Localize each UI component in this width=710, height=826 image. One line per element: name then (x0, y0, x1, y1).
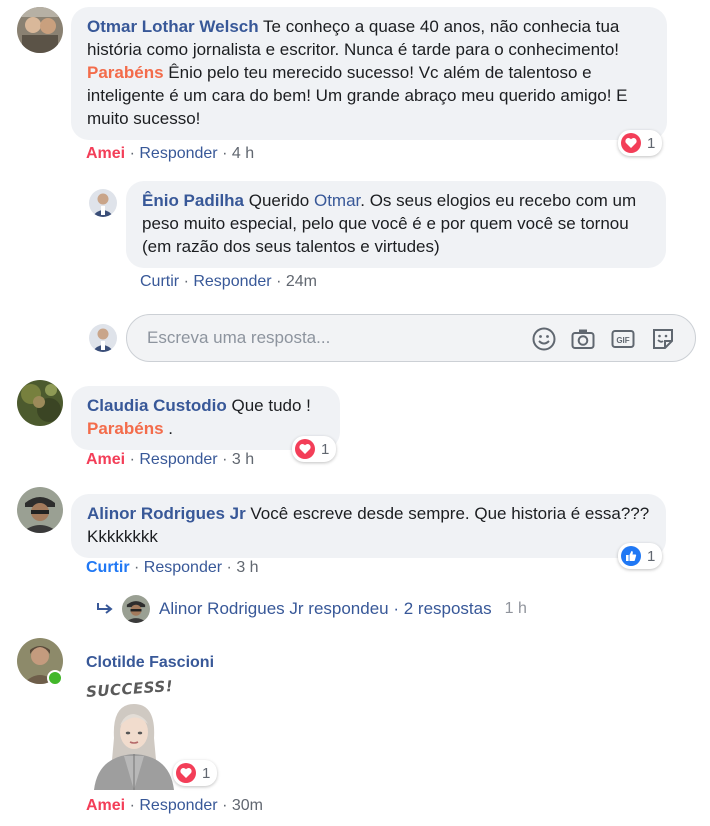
comment-mention[interactable]: Otmar (314, 191, 360, 210)
avatar-alinor-small (122, 595, 150, 623)
comment-actions: Curtir · Responder · 24m (140, 273, 317, 290)
reply-button[interactable]: Responder (144, 559, 222, 576)
comment-highlight[interactable]: Parabéns (87, 63, 164, 82)
replies-time: 1 h (504, 600, 527, 617)
reaction-count: 1 (202, 764, 211, 782)
comment-text: Que tudo ! (226, 396, 311, 415)
camera-icon[interactable] (570, 326, 596, 352)
comment-author[interactable]: Otmar Lothar Welsch (87, 17, 259, 36)
avatar-claudia[interactable] (17, 380, 63, 426)
avatar-current-user (89, 324, 117, 352)
comment-author[interactable]: Claudia Custodio (87, 396, 227, 415)
love-reaction-icon (176, 763, 196, 783)
comment-time[interactable]: 3 h (232, 451, 254, 468)
love-reaction-icon (621, 133, 641, 153)
comment-text: Querido (244, 191, 314, 210)
love-button[interactable]: Amei (86, 451, 125, 468)
comment-time[interactable]: 4 h (232, 145, 254, 162)
reaction-count: 1 (647, 134, 656, 152)
love-button[interactable]: Amei (86, 797, 125, 814)
comment-author[interactable]: Alinor Rodrigues Jr (87, 504, 246, 523)
like-button[interactable]: Curtir (140, 273, 179, 290)
reply-button[interactable]: Responder (193, 273, 271, 290)
reaction-badge[interactable]: 1 (618, 543, 663, 569)
sticker-character (94, 704, 174, 790)
comment-bubble-enio: Ênio Padilha Querido Otmar. Os seus elog… (126, 181, 666, 268)
comment-actions: Amei · Responder · 30m (86, 797, 263, 814)
gif-icon[interactable]: GIF (610, 326, 636, 352)
success-sticker[interactable]: SUCCESS! (84, 677, 184, 790)
reaction-badge[interactable]: 1 (173, 760, 218, 786)
comment-actions: Curtir · Responder · 3 h (86, 559, 259, 576)
comment-bubble-otmar: Otmar Lothar Welsch Te conheço a quase 4… (71, 7, 667, 140)
reply-button[interactable]: Responder (139, 145, 217, 162)
comment-time[interactable]: 30m (232, 797, 263, 814)
love-reaction-icon (295, 439, 315, 459)
comment-actions: Amei · Responder · 3 h (86, 451, 255, 468)
reply-button[interactable]: Responder (139, 797, 217, 814)
replies-summary-text[interactable]: Alinor Rodrigues Jr respondeu · 2 respos… (159, 599, 492, 619)
comment-highlight[interactable]: Parabéns (87, 419, 164, 438)
comment-time[interactable]: 24m (286, 273, 317, 290)
reply-arrow-icon (97, 603, 113, 614)
avatar-enio[interactable] (89, 189, 117, 217)
emoji-icon[interactable] (531, 326, 557, 352)
reply-button[interactable]: Responder (139, 451, 217, 468)
like-reaction-icon (621, 546, 641, 566)
reaction-badge[interactable]: 1 (292, 436, 337, 462)
reply-box: GIF (126, 314, 696, 362)
reply-input[interactable] (145, 327, 519, 349)
love-button[interactable]: Amei (86, 145, 125, 162)
like-button[interactable]: Curtir (86, 559, 130, 576)
avatar-alinor[interactable] (17, 487, 63, 533)
replies-summary[interactable]: Alinor Rodrigues Jr respondeu · 2 respos… (96, 595, 527, 623)
sticker-icon[interactable] (650, 326, 676, 352)
comment-text: . (163, 419, 173, 438)
avatar-otmar[interactable] (17, 7, 63, 53)
comment-actions: Amei · Responder · 4 h (86, 145, 255, 162)
comment-bubble-alinor: Alinor Rodrigues Jr Você escreve desde s… (71, 494, 666, 558)
comment-author[interactable]: Ênio Padilha (142, 191, 244, 210)
reaction-count: 1 (647, 547, 656, 565)
svg-text:GIF: GIF (616, 336, 629, 345)
comment-time[interactable]: 3 h (236, 559, 258, 576)
reaction-badge[interactable]: 1 (618, 130, 663, 156)
comment-author[interactable]: Clotilde Fascioni (86, 654, 214, 672)
comment-text: Ênio pelo teu merecido sucesso! Vc além … (87, 63, 628, 128)
reaction-count: 1 (321, 440, 330, 458)
online-status-indicator (47, 670, 63, 686)
